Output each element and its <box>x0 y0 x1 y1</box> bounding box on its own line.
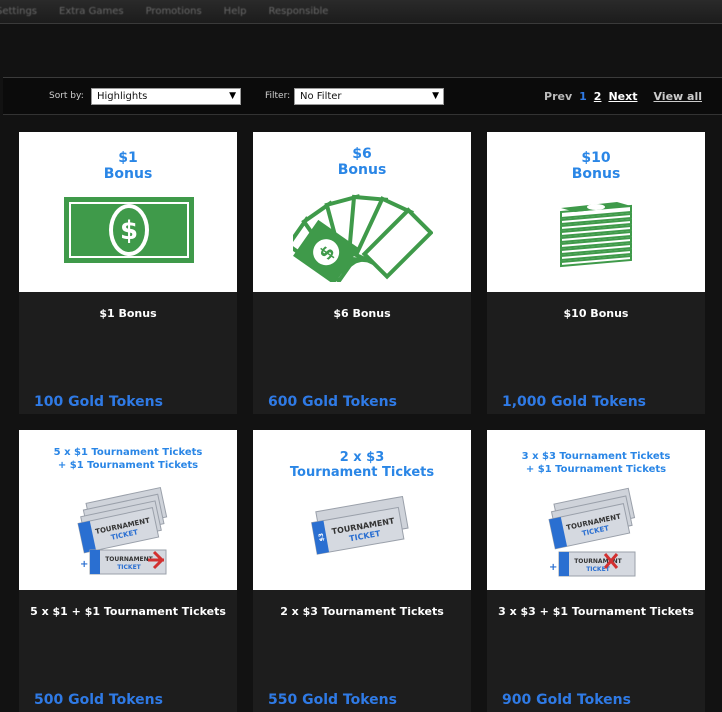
sort-label: Sort by: <box>49 91 84 101</box>
product-name: $10 Bonus <box>563 307 629 320</box>
nav-responsible[interactable]: Responsible <box>268 6 328 17</box>
product-name: $6 Bonus <box>333 307 391 320</box>
product-image: 2 x $3 Tournament Tickets $3 TOURNAMENT … <box>253 430 471 590</box>
tournament-tickets-icon: TOURNAMENT TICKET + TOURNAMENT TICKET <box>77 486 168 575</box>
product-card-2x3-tickets[interactable]: 2 x $3 Tournament Tickets $3 TOURNAMENT … <box>253 430 471 712</box>
image-title-line1: 5 x $1 Tournament Tickets <box>53 447 203 458</box>
dollar-bill-icon: $ <box>64 197 194 263</box>
sort-select-value: Highlights <box>97 91 148 102</box>
pager-prev[interactable]: Prev <box>544 90 572 103</box>
filter-select[interactable]: No Filter ▼ <box>294 88 444 105</box>
product-name: 3 x $3 + $1 Tournament Tickets <box>498 605 694 618</box>
nav-settings[interactable]: Settings <box>0 6 37 17</box>
image-title-line1: $6 <box>352 146 372 162</box>
image-title-line1: 3 x $3 Tournament Tickets <box>521 451 671 462</box>
product-image: $1 Bonus $ <box>19 132 237 292</box>
product-name: $1 Bonus <box>99 307 157 320</box>
product-card-5x1-tickets[interactable]: 5 x $1 Tournament Tickets + $1 Tournamen… <box>19 430 237 712</box>
svg-text:$: $ <box>120 216 138 246</box>
product-card-6-bonus[interactable]: $6 Bonus $ $6 Bonus 600 Gold Tokens <box>253 132 471 414</box>
product-name: 5 x $1 + $1 Tournament Tickets <box>30 605 226 618</box>
product-card-10-bonus[interactable]: $10 Bonus $10 Bonus 1,000 Gold Tokens <box>487 132 705 414</box>
ticket-stub-value: $3 <box>318 532 326 541</box>
image-title-line2: Bonus <box>103 166 153 182</box>
pager-page-2[interactable]: 2 <box>594 90 602 103</box>
image-title-line2: Tournament Tickets <box>289 465 435 480</box>
dropdown-arrow-icon: ▼ <box>432 91 439 101</box>
product-price[interactable]: 100 Gold Tokens <box>34 394 163 410</box>
top-nav: Settings Extra Games Promotions Help Res… <box>0 0 722 24</box>
product-price[interactable]: 500 Gold Tokens <box>34 692 163 708</box>
pager-next[interactable]: Next <box>608 90 637 103</box>
sort-select[interactable]: Highlights ▼ <box>91 88 241 105</box>
pager-page-1[interactable]: 1 <box>579 90 587 103</box>
image-title-line2: + $1 Tournament Tickets <box>525 464 667 475</box>
pager-view-all[interactable]: View all <box>653 90 702 103</box>
filter-select-value: No Filter <box>300 91 342 102</box>
image-title-line2: Bonus <box>571 166 621 182</box>
money-fan-icon: $ <box>293 194 433 282</box>
product-name: 2 x $3 Tournament Tickets <box>280 605 444 618</box>
product-price[interactable]: 900 Gold Tokens <box>502 692 631 708</box>
product-price[interactable]: 600 Gold Tokens <box>268 394 397 410</box>
tournament-tickets-icon: $3 TOURNAMENT TICKET <box>311 496 409 555</box>
product-image: 3 x $3 Tournament Tickets + $1 Tournamen… <box>487 430 705 590</box>
image-title-line1: $10 <box>581 150 611 166</box>
image-title-line1: $1 <box>118 150 138 166</box>
pagination: Prev 1 2 Next View all <box>544 90 702 103</box>
plus-sign: + <box>80 559 88 570</box>
filter-label: Filter: <box>265 91 291 101</box>
image-title-line1: 2 x $3 <box>339 450 385 465</box>
sort-filter-toolbar: Sort by: Highlights ▼ Filter: No Filter … <box>3 77 722 115</box>
nav-promotions[interactable]: Promotions <box>146 6 202 17</box>
ticket-word-1: TOURNAMENT <box>105 556 153 563</box>
product-image: 5 x $1 Tournament Tickets + $1 Tournamen… <box>19 430 237 590</box>
product-price[interactable]: 550 Gold Tokens <box>268 692 397 708</box>
product-card-3x3-tickets[interactable]: 3 x $3 Tournament Tickets + $1 Tournamen… <box>487 430 705 712</box>
product-image: $6 Bonus $ <box>253 132 471 292</box>
image-title-line2: Bonus <box>337 162 387 178</box>
nav-extra-games[interactable]: Extra Games <box>59 6 124 17</box>
product-price[interactable]: 1,000 Gold Tokens <box>502 394 646 410</box>
tournament-tickets-icon: TOURNAMENT TICKET + TOURNAMENT TICKET <box>548 487 636 577</box>
nav-help[interactable]: Help <box>224 6 247 17</box>
product-image: $10 Bonus <box>487 132 705 292</box>
dropdown-arrow-icon: ▼ <box>229 91 236 101</box>
money-stack-icon <box>560 202 632 268</box>
image-title-line2: + $1 Tournament Tickets <box>57 460 199 471</box>
ticket-word-2: TICKET <box>117 564 141 571</box>
plus-sign: + <box>549 562 557 573</box>
product-card-1-bonus[interactable]: $1 Bonus $ $1 Bonus 100 Gold Tokens <box>19 132 237 414</box>
